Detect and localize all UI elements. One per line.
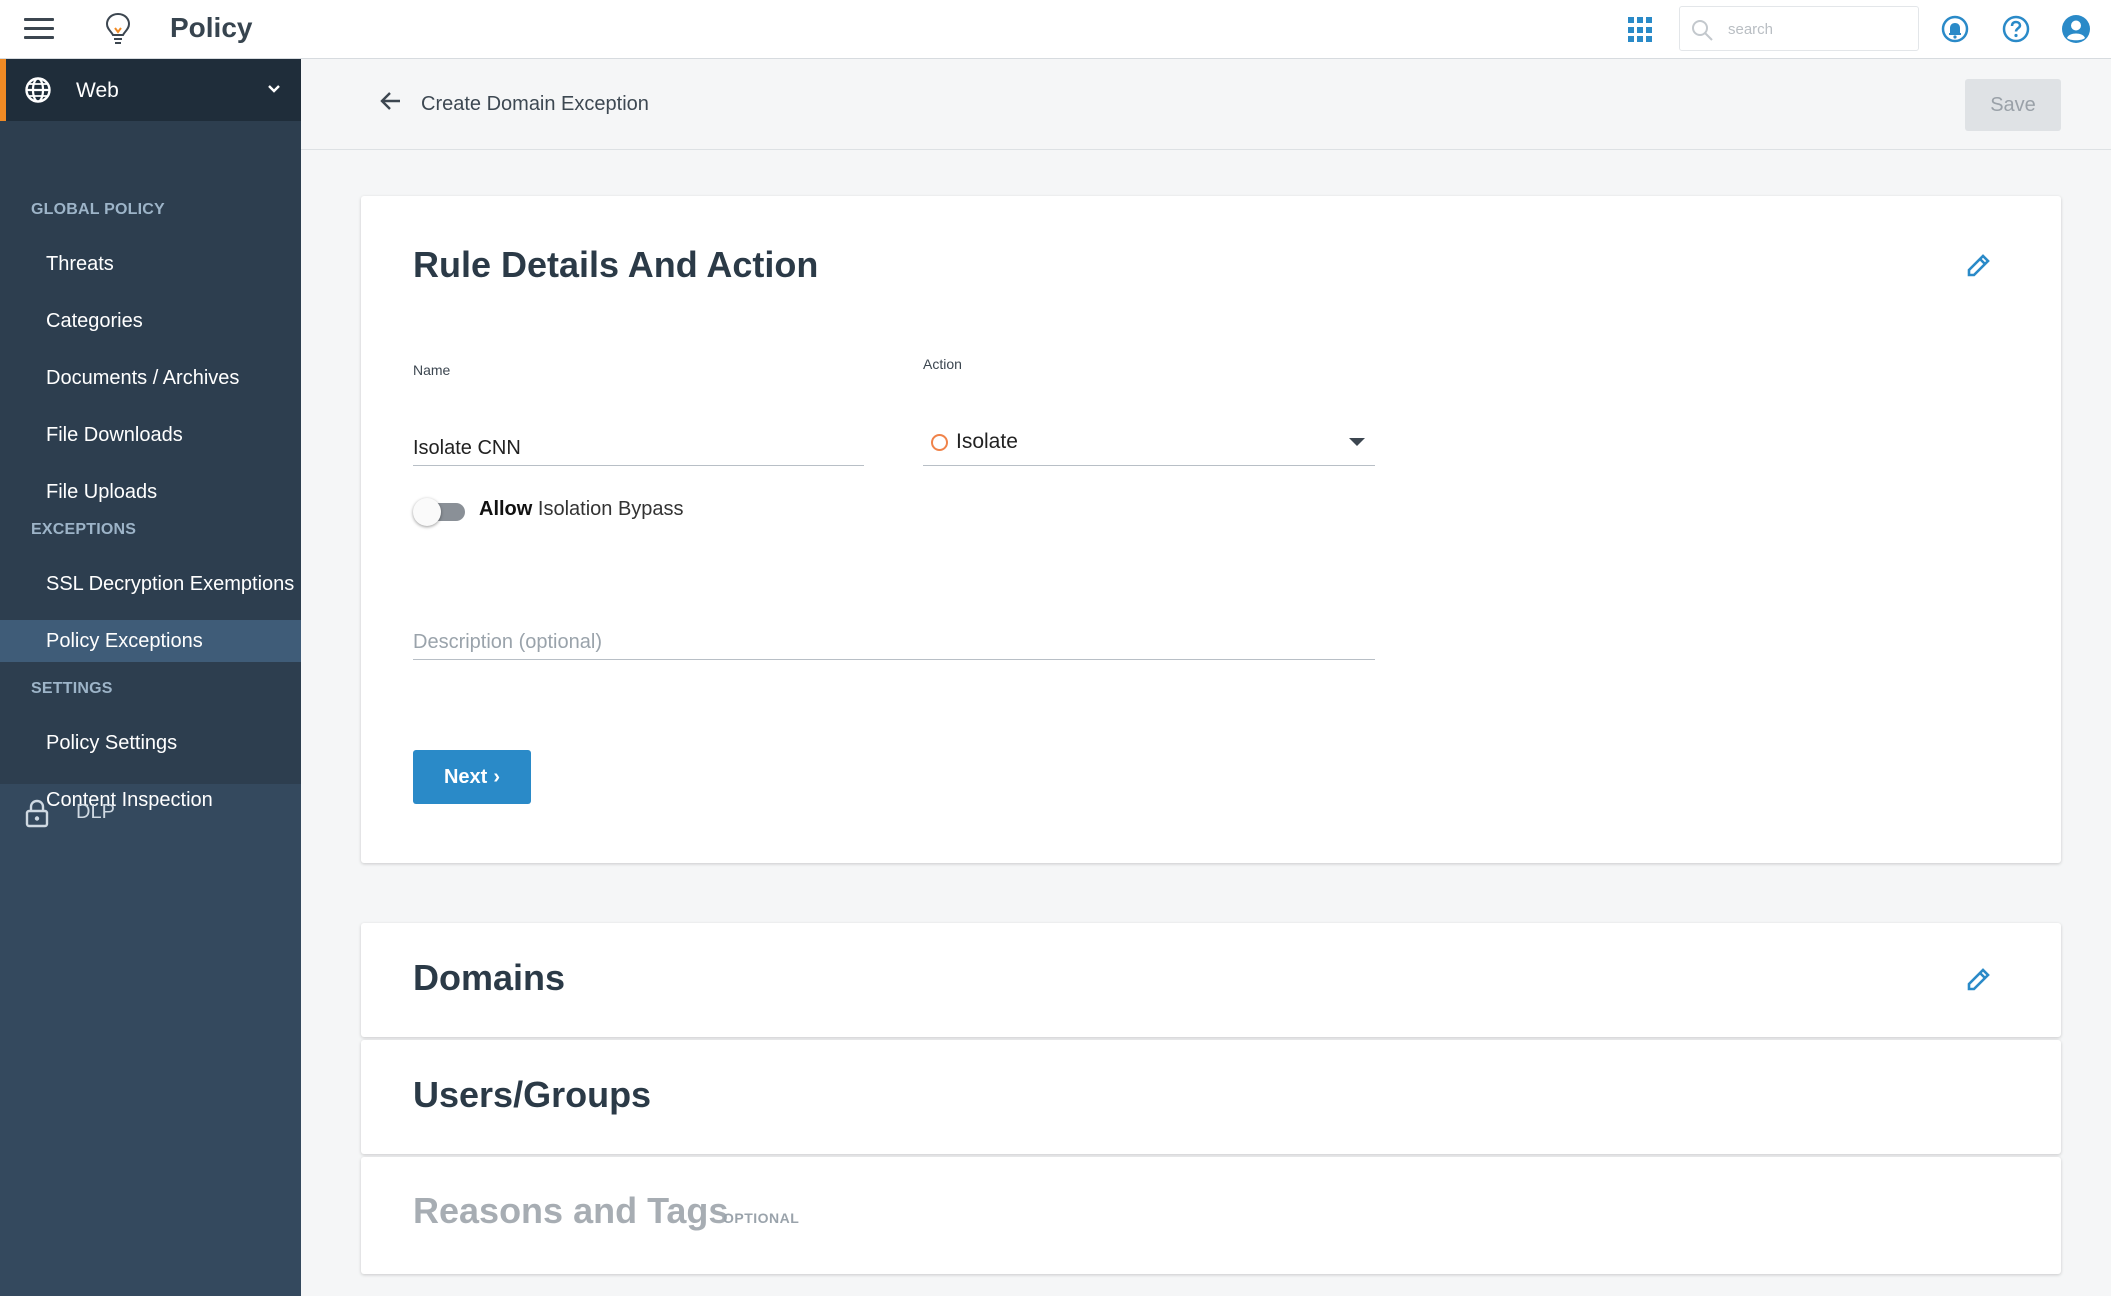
sidebar-nav-group: GLOBAL POLICY Threats Categories Documen… (0, 121, 301, 811)
optional-tag: OPTIONAL (723, 1210, 800, 1226)
domains-card[interactable]: Domains (361, 923, 2061, 1037)
sidebar-item-policy-exceptions[interactable]: Policy Exceptions (0, 620, 301, 662)
dropdown-caret-icon (1349, 438, 1365, 446)
pencil-edit-icon[interactable] (1964, 250, 1994, 280)
description-field[interactable] (413, 626, 1375, 660)
hamburger-menu-icon[interactable] (24, 18, 54, 40)
search-box[interactable] (1679, 6, 1919, 51)
page-title: Create Domain Exception (421, 93, 649, 115)
pencil-edit-icon[interactable] (1964, 964, 1994, 994)
reasons-tags-card[interactable]: Reasons and Tags OPTIONAL (361, 1157, 2061, 1274)
toggle-label-rest: Isolation Bypass (532, 498, 684, 520)
sidebar: Web GLOBAL POLICY Threats Categories Doc… (0, 59, 301, 1296)
domains-title: Domains (413, 957, 566, 998)
name-field-label: Name (413, 362, 451, 378)
section-label-global-policy: GLOBAL POLICY (31, 201, 165, 218)
back-arrow-icon[interactable] (379, 89, 403, 113)
rule-details-title: Rule Details And Action (413, 244, 819, 285)
apps-grid-icon[interactable] (1628, 17, 1654, 43)
sidebar-item-categories[interactable]: Categories (0, 300, 301, 342)
action-dropdown[interactable]: Isolate (923, 426, 1375, 466)
toggle-thumb (413, 498, 441, 526)
sidebar-item-threats[interactable]: Threats (0, 243, 301, 285)
action-selected-value: Isolate (956, 430, 1018, 453)
help-icon[interactable] (2001, 14, 2031, 44)
isolation-bypass-label: Allow Isolation Bypass (479, 498, 684, 521)
app-title: Policy (170, 12, 253, 43)
dlp-label: DLP (76, 801, 115, 823)
module-label: Web (76, 79, 119, 102)
user-avatar-icon[interactable] (2061, 14, 2091, 44)
notification-bell-icon[interactable] (1940, 14, 1970, 44)
users-groups-title: Users/Groups (413, 1074, 652, 1115)
sidebar-item-ssl-decryption-exemptions[interactable]: SSL Decryption Exemptions (0, 563, 301, 605)
section-label-exceptions: EXCEPTIONS (31, 521, 137, 538)
sidebar-item-file-downloads[interactable]: File Downloads (0, 414, 301, 456)
section-label-settings: SETTINGS (31, 680, 113, 697)
save-button[interactable]: Save (1965, 79, 2061, 131)
reasons-tags-title: Reasons and Tags (413, 1190, 729, 1231)
isolate-circle-icon (931, 434, 948, 451)
users-groups-card[interactable]: Users/Groups (361, 1040, 2061, 1154)
chevron-right-icon: › (493, 765, 501, 788)
next-button[interactable]: Next › (413, 750, 531, 804)
lightbulb-logo-icon (105, 12, 131, 44)
top-bar: Policy (0, 0, 2111, 59)
sidebar-item-policy-settings[interactable]: Policy Settings (0, 722, 301, 764)
globe-icon (25, 77, 51, 103)
action-field-label: Action (923, 356, 962, 372)
isolation-bypass-toggle[interactable] (413, 496, 469, 526)
chevron-down-icon (268, 85, 280, 93)
page-header: Create Domain Exception Save (301, 59, 2111, 150)
sidebar-item-file-uploads[interactable]: File Uploads (0, 471, 301, 513)
toggle-label-bold: Allow (479, 498, 533, 520)
search-icon (1692, 20, 1713, 41)
search-input[interactable] (1728, 17, 1908, 41)
module-selector-web[interactable]: Web (0, 59, 301, 121)
sidebar-item-documents-archives[interactable]: Documents / Archives (0, 357, 301, 399)
next-button-label: Next (443, 765, 488, 788)
lock-icon (25, 799, 49, 828)
module-selector-dlp[interactable]: DLP (0, 782, 301, 842)
name-field[interactable] (413, 436, 864, 466)
rule-details-card: Rule Details And Action Name Action Isol… (361, 196, 2061, 863)
